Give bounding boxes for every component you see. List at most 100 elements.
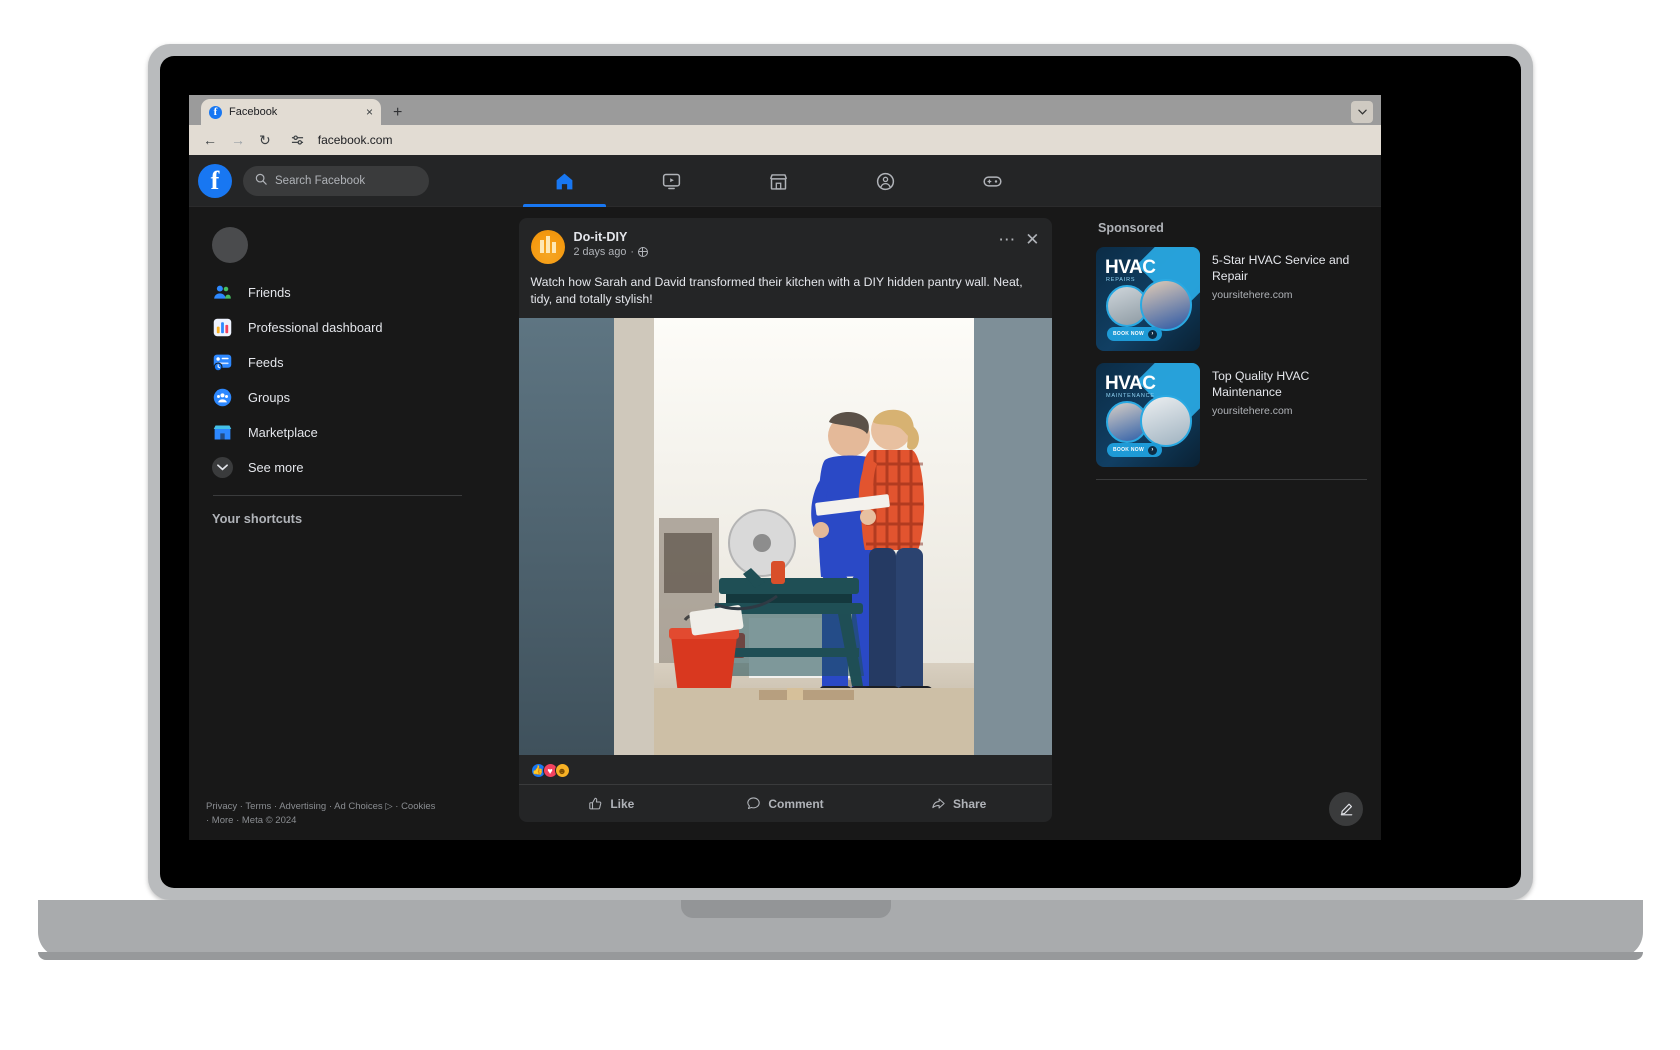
nav-video[interactable]	[618, 155, 725, 207]
sidebar-item-feeds[interactable]: Feeds	[195, 345, 480, 380]
site-settings-icon[interactable]	[291, 134, 304, 147]
marketplace-icon	[212, 422, 233, 443]
search-icon	[255, 172, 267, 190]
marketplace-icon	[769, 173, 788, 190]
laptop-base	[38, 900, 1643, 958]
facebook-icon: f	[209, 105, 222, 119]
screenshot-stage: f Facebook × + ← → ↻ facebook.com f Sear…	[0, 0, 1680, 1050]
sidebar-item-professional-dashboard[interactable]: Professional dashboard	[195, 310, 480, 345]
close-icon[interactable]: ×	[366, 106, 373, 118]
chevron-right-icon: ›	[1148, 329, 1158, 339]
sidebar-item-label: Professional dashboard	[248, 320, 383, 335]
sidebar-item-marketplace[interactable]: Marketplace	[195, 415, 480, 450]
sidebar-item-label: Marketplace	[248, 425, 318, 440]
ad-thumbnail: HVAC MAINTENANCE BOOK NOW ›	[1096, 363, 1200, 467]
post-meta: Do-it-DIY 2 days ago ·	[574, 230, 999, 258]
left-sidebar: Friends Professional dashboard Feeds Gro…	[189, 207, 480, 840]
post-action-bar: Like Comment Share	[518, 784, 1052, 822]
globe-icon	[637, 246, 648, 257]
comment-button[interactable]: Comment	[698, 789, 872, 818]
post-header-actions: ⋯ ✕	[998, 230, 1039, 248]
ad-brand-sub: REPAIRS	[1106, 277, 1136, 283]
thumbs-up-icon	[589, 797, 602, 810]
post-reactions[interactable]: 👍 ♥ ☻	[519, 755, 1052, 784]
chevron-right-icon: ›	[1148, 445, 1158, 455]
sponsored-heading: Sponsored	[1098, 221, 1164, 235]
compose-button[interactable]	[1329, 792, 1363, 826]
post-subline: 2 days ago ·	[574, 246, 999, 258]
share-label: Share	[953, 796, 987, 811]
sidebar-item-label: Groups	[248, 390, 290, 405]
footer-line-2[interactable]: · More · Meta © 2024	[206, 815, 296, 826]
groups-icon	[212, 387, 233, 408]
comment-label: Comment	[768, 796, 824, 811]
sponsored-divider	[1096, 479, 1367, 480]
laptop-foot	[38, 952, 1643, 960]
sidebar-item-friends[interactable]: Friends	[195, 275, 480, 310]
post-card: Do-it-DIY 2 days ago · ⋯ ✕ Watch how Sar…	[518, 218, 1052, 823]
ad-brand: HVAC	[1105, 373, 1156, 394]
chevron-down-icon[interactable]	[1351, 101, 1373, 123]
ad-text: Top Quality HVAC Maintenance yoursiteher…	[1212, 363, 1367, 417]
footer-links: Privacy · Terms · Advertising · Ad Choic…	[206, 800, 476, 828]
groups-icon	[876, 172, 895, 190]
share-button[interactable]: Share	[872, 789, 1046, 818]
ad-text: 5-Star HVAC Service and Repair yoursiteh…	[1212, 247, 1367, 301]
chart-icon	[212, 317, 233, 338]
browser-tabstrip: f Facebook × +	[189, 95, 1381, 125]
ad-url: yoursitehere.com	[1212, 289, 1293, 302]
right-sidebar: Sponsored HVAC REPAIRS BOOK NOW › 5-Star…	[1090, 207, 1381, 840]
address-bar[interactable]: facebook.com	[318, 133, 393, 147]
gaming-icon	[983, 175, 1002, 187]
browser-window: f Facebook × + ← → ↻ facebook.com f Sear…	[189, 95, 1381, 840]
feeds-icon	[212, 352, 233, 373]
like-button[interactable]: Like	[525, 789, 699, 818]
nav-home[interactable]	[511, 155, 618, 207]
post-media[interactable]	[518, 318, 1052, 756]
nav-gaming[interactable]	[939, 155, 1046, 207]
post-header: Do-it-DIY 2 days ago · ⋯ ✕	[519, 218, 1052, 264]
avatar[interactable]	[212, 227, 248, 263]
sidebar-item-see-more[interactable]: See more	[195, 450, 480, 485]
post-avatar[interactable]	[530, 230, 565, 264]
feed-column: Do-it-DIY 2 days ago · ⋯ ✕ Watch how Sar…	[480, 207, 1090, 840]
tab-title: Facebook	[229, 106, 278, 118]
facebook-topbar: f Search Facebook	[189, 155, 1381, 207]
chevron-down-icon	[212, 457, 233, 478]
back-icon[interactable]: ←	[203, 133, 217, 147]
nav-groups[interactable]	[832, 155, 939, 207]
post-timestamp: 2 days ago	[573, 246, 627, 258]
post-author[interactable]: Do-it-DIY	[574, 230, 999, 244]
ad-title: Top Quality HVAC Maintenance	[1212, 369, 1310, 399]
sidebar-item-label: Friends	[248, 285, 291, 300]
ad-title: 5-Star HVAC Service and Repair	[1212, 253, 1350, 283]
nav-marketplace[interactable]	[725, 155, 832, 207]
close-icon[interactable]: ✕	[1025, 231, 1039, 248]
ad-cta-button[interactable]: BOOK NOW ›	[1107, 327, 1163, 341]
ellipsis-icon[interactable]: ⋯	[998, 231, 1016, 248]
friends-icon	[212, 282, 233, 303]
facebook-main-nav	[511, 155, 1046, 207]
forward-icon[interactable]: →	[231, 133, 245, 147]
video-icon	[662, 173, 681, 189]
facebook-logo[interactable]: f	[198, 163, 232, 198]
ad-cta-button[interactable]: BOOK NOW ›	[1107, 443, 1163, 457]
sponsored-ad[interactable]: HVAC MAINTENANCE BOOK NOW › Top Quality …	[1096, 363, 1367, 467]
ad-brand-sub: MAINTENANCE	[1106, 393, 1155, 399]
post-body-text: Watch how Sarah and David transformed th…	[530, 275, 1023, 306]
share-icon	[932, 798, 945, 809]
sidebar-item-label: See more	[248, 460, 304, 475]
sponsored-ad[interactable]: HVAC REPAIRS BOOK NOW › 5-Star HVAC Serv…	[1096, 247, 1367, 351]
comment-icon	[747, 797, 761, 810]
sidebar-item-label: Feeds	[248, 355, 284, 370]
reload-icon[interactable]: ↻	[259, 133, 271, 147]
search-input[interactable]: Search Facebook	[243, 165, 429, 196]
browser-tab[interactable]: f Facebook ×	[201, 99, 381, 125]
search-placeholder: Search Facebook	[275, 174, 366, 187]
footer-line-1[interactable]: Privacy · Terms · Advertising · Ad Choic…	[206, 801, 435, 812]
new-tab-button[interactable]: +	[393, 105, 402, 121]
like-label: Like	[610, 796, 635, 811]
sidebar-item-groups[interactable]: Groups	[195, 380, 480, 415]
ad-url: yoursitehere.com	[1212, 405, 1293, 418]
facebook-app: f Search Facebook Friends Professional d…	[189, 155, 1381, 840]
